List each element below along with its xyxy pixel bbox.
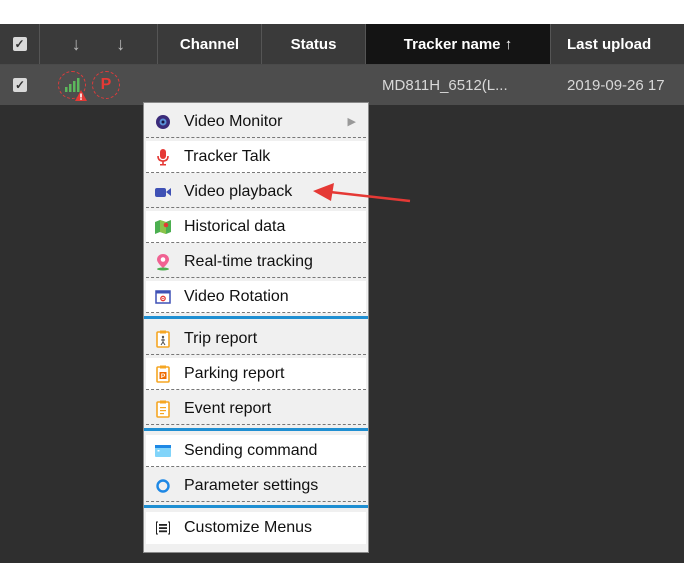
menu-item-label: Parameter settings (184, 476, 319, 494)
column-header-tracker-name[interactable]: Tracker name ↑ (366, 24, 551, 64)
menu-item-customize-menus[interactable]: Customize Menus (146, 512, 366, 544)
trip-report-icon (154, 330, 172, 348)
menu-item-parameter-settings[interactable]: Parameter settings (146, 470, 366, 502)
parking-report-icon: P (154, 365, 172, 383)
video-monitor-icon (154, 113, 172, 131)
menu-item-parking-report[interactable]: P Parking report (146, 358, 366, 390)
event-report-icon (154, 400, 172, 418)
select-all-checkbox[interactable]: ✓ (0, 24, 40, 64)
circle-settings-icon (154, 477, 172, 495)
row-checkbox[interactable]: ✓ (0, 65, 40, 105)
menu-item-tracker-talk[interactable]: Tracker Talk (146, 141, 366, 173)
menu-item-label: Trip report (184, 329, 258, 347)
down-arrow-icon[interactable]: ↓ (116, 34, 125, 55)
menu-item-real-time-tracking[interactable]: Real-time tracking (146, 246, 366, 278)
menu-item-label: Parking report (184, 364, 285, 382)
menu-item-label: Tracker Talk (184, 147, 271, 165)
menu-item-event-report[interactable]: Event report (146, 393, 366, 425)
svg-text:P: P (161, 373, 166, 380)
video-camera-icon (154, 183, 172, 201)
status-icons: P (40, 65, 158, 105)
parking-icon[interactable]: P (92, 71, 120, 99)
signal-warning-icon[interactable] (58, 71, 87, 101)
top-strip (0, 0, 684, 24)
last-upload-cell: 2019-09-26 17 (567, 76, 665, 94)
menu-item-label: Customize Menus (184, 519, 313, 536)
command-window-icon (154, 442, 172, 460)
menu-item-historical-data[interactable]: Historical data (146, 211, 366, 243)
menu-item-video-rotation[interactable]: Video Rotation (146, 281, 366, 313)
check-icon: ✓ (13, 78, 27, 92)
tracker-name-cell: MD811H_6512(L... (382, 76, 508, 94)
menu-item-sending-command[interactable]: Sending command (146, 435, 366, 467)
menu-item-label: Real-time tracking (184, 252, 313, 270)
menu-item-label: Video Monitor (184, 112, 283, 130)
menu-item-label: Video playback (184, 182, 293, 200)
location-icon (154, 253, 172, 271)
column-header-status[interactable]: Status (262, 24, 366, 64)
list-menu-icon (154, 519, 172, 537)
menu-item-label: Historical data (184, 217, 286, 235)
menu-separator (144, 505, 368, 508)
channel-status-cells (158, 65, 366, 105)
table-header: ✓ ↓ ↓ Channel Status Tracker name ↑ Last… (0, 24, 684, 65)
menu-separator (144, 428, 368, 431)
microphone-icon (154, 148, 172, 166)
map-icon (154, 218, 172, 236)
menu-item-label: Video Rotation (184, 287, 289, 305)
video-rotation-icon (154, 288, 172, 306)
annotation-arrow-icon (313, 183, 411, 203)
table-row[interactable]: ✓ P MD811H_6512(L... 2019-09-26 17 (0, 65, 684, 105)
column-header-channel[interactable]: Channel (158, 24, 262, 64)
check-icon: ✓ (12, 37, 27, 51)
menu-item-label: Event report (184, 399, 272, 417)
sort-arrows: ↓ ↓ (40, 24, 158, 64)
menu-separator (144, 316, 368, 319)
column-header-last-upload[interactable]: Last upload (551, 24, 684, 64)
menu-item-trip-report[interactable]: Trip report (146, 323, 366, 355)
submenu-arrow-icon: ▶ (347, 116, 356, 128)
menu-item-video-monitor[interactable]: Video Monitor ▶ (146, 106, 366, 138)
context-menu: Video Monitor ▶ Tracker Talk Video playb… (143, 102, 369, 553)
down-arrow-icon[interactable]: ↓ (72, 34, 81, 55)
menu-item-label: Sending command (184, 441, 318, 459)
